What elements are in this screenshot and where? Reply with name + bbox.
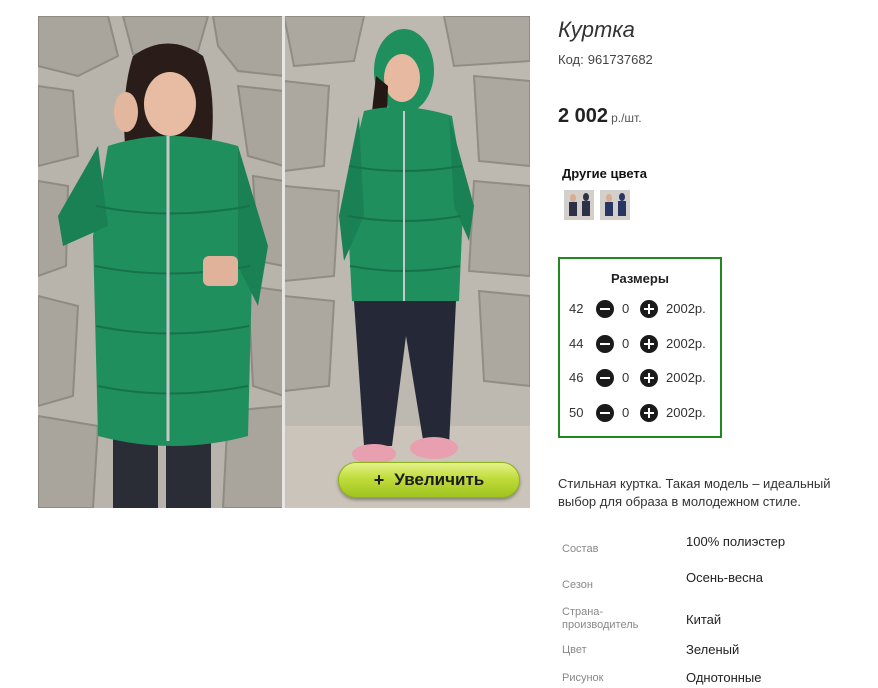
photo-divider [282,16,285,508]
size-value: 42 [569,301,584,316]
other-colors-title: Другие цвета [562,166,647,181]
product-description: Стильная куртка. Такая модель – идеальны… [558,476,831,509]
size-row: 46 0 2002р. [560,366,720,390]
product-title: Куртка [558,17,635,42]
spec-label: Страна-производитель [562,606,639,631]
minus-icon[interactable] [596,335,614,353]
spec-value: Зеленый [686,642,740,657]
size-price: 2002р. [666,301,706,316]
product-price: 2 002 р./шт. [558,105,642,128]
product-photo-full [284,16,530,508]
spec-value: Однотонные [686,670,762,685]
plus-icon[interactable] [640,335,658,353]
plus-icon[interactable] [640,404,658,422]
quantity-value: 0 [622,405,630,420]
product-code-value: 961737682 [587,52,653,67]
size-value: 46 [569,370,584,385]
price-value: 2 002 [558,105,609,127]
spec-label: Сезон [562,579,593,591]
product-photo[interactable]: + Увеличить [38,16,530,508]
zoom-button-label: Увеличить [394,470,485,489]
product-photo-front [38,16,284,508]
price-unit: р./шт. [611,111,642,125]
spec-value: 100% полиэстер [686,534,786,549]
sizes-title: Размеры [611,271,669,286]
sizes-panel: Размеры 42 0 2002р. 44 0 2002р. 46 0 200… [558,257,722,438]
plus-icon[interactable] [640,369,658,387]
size-value: 44 [569,336,584,351]
size-row: 44 0 2002р. [560,332,720,356]
color-swatch-navy[interactable] [600,190,630,220]
spec-value: Китай [686,612,722,627]
product-code: Код: 961737682 [558,52,653,67]
size-value: 50 [569,405,584,420]
spec-label: Состав [562,543,599,555]
quantity-value: 0 [622,336,630,351]
quantity-value: 0 [622,301,630,316]
plus-icon[interactable] [640,300,658,318]
product-code-label: Код: [558,52,584,67]
spec-value: Осень-весна [686,570,764,585]
spec-label: Цвет [562,644,587,656]
minus-icon[interactable] [596,369,614,387]
minus-icon[interactable] [596,404,614,422]
size-price: 2002р. [666,405,706,420]
size-price: 2002р. [666,370,706,385]
minus-icon[interactable] [596,300,614,318]
size-row: 42 0 2002р. [560,297,720,321]
color-swatches [564,190,630,220]
color-swatch-dark-navy[interactable] [564,190,594,220]
size-price: 2002р. [666,336,706,351]
zoom-button[interactable]: + Увеличить [338,462,520,498]
size-row: 50 0 2002р. [560,401,720,425]
spec-label: Рисунок [562,672,604,684]
plus-icon: + [373,469,385,490]
quantity-value: 0 [622,370,630,385]
